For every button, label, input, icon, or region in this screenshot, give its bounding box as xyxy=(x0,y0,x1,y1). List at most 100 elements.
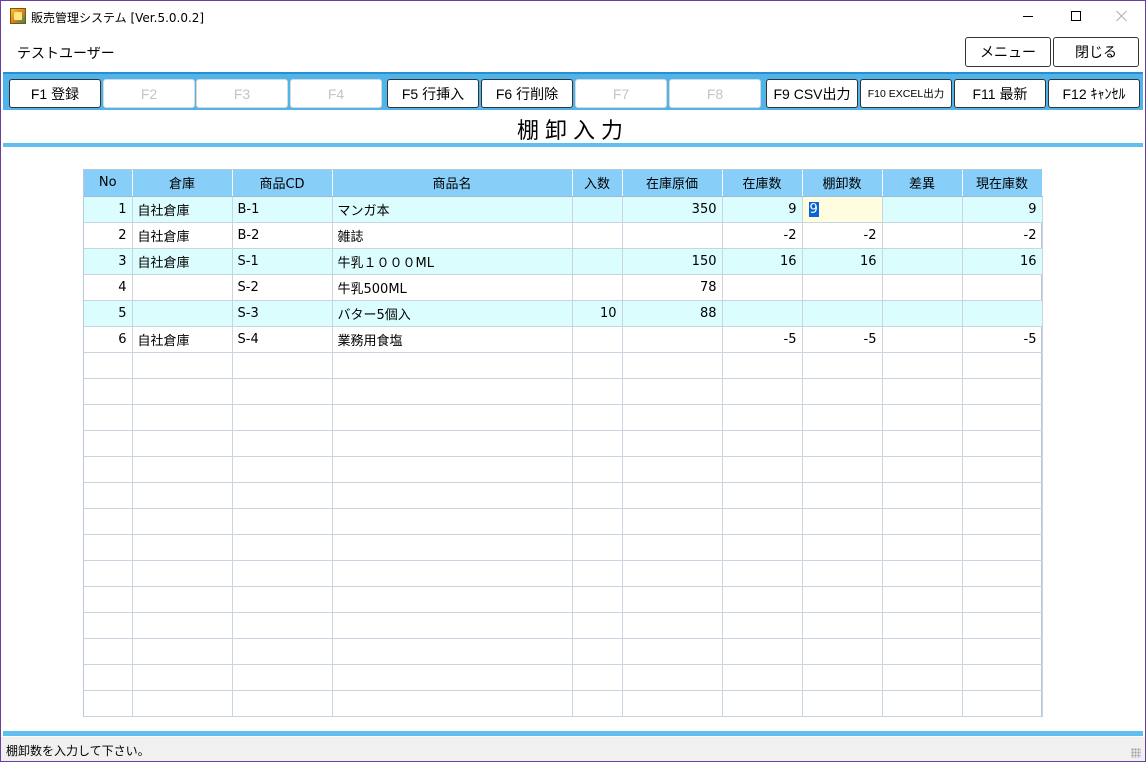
f5-insert-row-button[interactable]: F5 行挿入 xyxy=(387,79,479,108)
empty-cell[interactable] xyxy=(572,404,623,431)
empty-table-row[interactable] xyxy=(84,404,1043,431)
empty-cell[interactable] xyxy=(622,586,723,613)
cell-warehouse[interactable]: 自社倉庫 xyxy=(132,248,233,275)
column-header-stock-cost[interactable]: 在庫原価 xyxy=(622,170,723,197)
empty-cell[interactable] xyxy=(962,378,1043,405)
empty-table-row[interactable] xyxy=(84,482,1043,509)
empty-cell[interactable] xyxy=(882,508,963,535)
empty-cell[interactable] xyxy=(84,664,133,691)
empty-cell[interactable] xyxy=(84,560,133,587)
empty-cell[interactable] xyxy=(84,430,133,457)
empty-cell[interactable] xyxy=(232,508,333,535)
empty-cell[interactable] xyxy=(232,690,333,717)
empty-cell[interactable] xyxy=(232,586,333,613)
cell-count-qty[interactable] xyxy=(802,300,883,327)
empty-cell[interactable] xyxy=(232,664,333,691)
empty-cell[interactable] xyxy=(622,404,723,431)
empty-cell[interactable] xyxy=(802,456,883,483)
empty-cell[interactable] xyxy=(622,508,723,535)
empty-cell[interactable] xyxy=(962,534,1043,561)
empty-table-row[interactable] xyxy=(84,430,1043,457)
empty-cell[interactable] xyxy=(84,456,133,483)
empty-table-row[interactable] xyxy=(84,508,1043,535)
cell-count-qty[interactable] xyxy=(802,274,883,301)
empty-cell[interactable] xyxy=(572,690,623,717)
f11-refresh-button[interactable]: F11 最新 xyxy=(954,79,1046,108)
empty-cell[interactable] xyxy=(722,586,803,613)
empty-cell[interactable] xyxy=(622,690,723,717)
empty-cell[interactable] xyxy=(882,456,963,483)
empty-cell[interactable] xyxy=(232,352,333,379)
cell-warehouse[interactable] xyxy=(132,300,233,327)
empty-cell[interactable] xyxy=(882,612,963,639)
empty-cell[interactable] xyxy=(962,430,1043,457)
count-qty-input[interactable]: 9 xyxy=(802,196,883,223)
empty-cell[interactable] xyxy=(882,560,963,587)
table-row[interactable]: 5 S-3 バター5個入 10 88 xyxy=(84,300,1043,327)
empty-cell[interactable] xyxy=(332,378,573,405)
empty-table-row[interactable] xyxy=(84,352,1043,379)
f7-button[interactable]: F7 xyxy=(575,79,667,108)
f3-button[interactable]: F3 xyxy=(196,79,288,108)
empty-cell[interactable] xyxy=(132,482,233,509)
empty-cell[interactable] xyxy=(802,612,883,639)
empty-table-row[interactable] xyxy=(84,664,1043,691)
empty-cell[interactable] xyxy=(132,690,233,717)
close-screen-button[interactable]: 閉じる xyxy=(1053,37,1139,67)
empty-cell[interactable] xyxy=(622,482,723,509)
cell-product-code[interactable]: S-2 xyxy=(232,274,333,301)
empty-cell[interactable] xyxy=(882,378,963,405)
empty-cell[interactable] xyxy=(84,638,133,665)
cell-product-code[interactable]: S-3 xyxy=(232,300,333,327)
empty-cell[interactable] xyxy=(332,560,573,587)
empty-cell[interactable] xyxy=(84,508,133,535)
empty-cell[interactable] xyxy=(882,586,963,613)
empty-cell[interactable] xyxy=(84,404,133,431)
empty-cell[interactable] xyxy=(84,690,133,717)
empty-table-row[interactable] xyxy=(84,612,1043,639)
empty-cell[interactable] xyxy=(622,378,723,405)
empty-cell[interactable] xyxy=(132,664,233,691)
column-header-warehouse[interactable]: 倉庫 xyxy=(132,170,233,197)
empty-cell[interactable] xyxy=(232,404,333,431)
column-header-no[interactable]: No xyxy=(84,170,133,197)
f9-csv-export-button[interactable]: F9 CSV出力 xyxy=(766,79,858,108)
column-header-quantity-per[interactable]: 入数 xyxy=(572,170,623,197)
table-row[interactable]: 2 自社倉庫 B-2 雑誌 -2 -2 -2 xyxy=(84,222,1043,249)
empty-cell[interactable] xyxy=(232,482,333,509)
empty-cell[interactable] xyxy=(572,482,623,509)
empty-cell[interactable] xyxy=(84,352,133,379)
empty-cell[interactable] xyxy=(572,378,623,405)
column-header-product-name[interactable]: 商品名 xyxy=(332,170,573,197)
empty-cell[interactable] xyxy=(722,664,803,691)
empty-cell[interactable] xyxy=(332,508,573,535)
empty-cell[interactable] xyxy=(802,352,883,379)
cell-count-qty[interactable]: -5 xyxy=(802,326,883,353)
empty-cell[interactable] xyxy=(622,352,723,379)
empty-cell[interactable] xyxy=(84,612,133,639)
empty-cell[interactable] xyxy=(802,664,883,691)
column-header-stock-qty[interactable]: 在庫数 xyxy=(722,170,803,197)
empty-cell[interactable] xyxy=(722,690,803,717)
empty-cell[interactable] xyxy=(572,612,623,639)
cell-warehouse[interactable] xyxy=(132,274,233,301)
cell-warehouse[interactable]: 自社倉庫 xyxy=(132,326,233,353)
empty-cell[interactable] xyxy=(722,508,803,535)
minimize-button[interactable] xyxy=(1005,1,1051,31)
empty-cell[interactable] xyxy=(802,378,883,405)
empty-cell[interactable] xyxy=(132,378,233,405)
empty-table-row[interactable] xyxy=(84,560,1043,587)
empty-cell[interactable] xyxy=(572,430,623,457)
empty-cell[interactable] xyxy=(722,560,803,587)
cell-warehouse[interactable]: 自社倉庫 xyxy=(132,222,233,249)
empty-cell[interactable] xyxy=(802,560,883,587)
empty-cell[interactable] xyxy=(572,456,623,483)
empty-cell[interactable] xyxy=(622,456,723,483)
empty-cell[interactable] xyxy=(622,612,723,639)
empty-cell[interactable] xyxy=(332,586,573,613)
column-header-difference[interactable]: 差異 xyxy=(882,170,963,197)
empty-cell[interactable] xyxy=(332,482,573,509)
empty-cell[interactable] xyxy=(132,560,233,587)
empty-cell[interactable] xyxy=(572,534,623,561)
empty-cell[interactable] xyxy=(962,404,1043,431)
